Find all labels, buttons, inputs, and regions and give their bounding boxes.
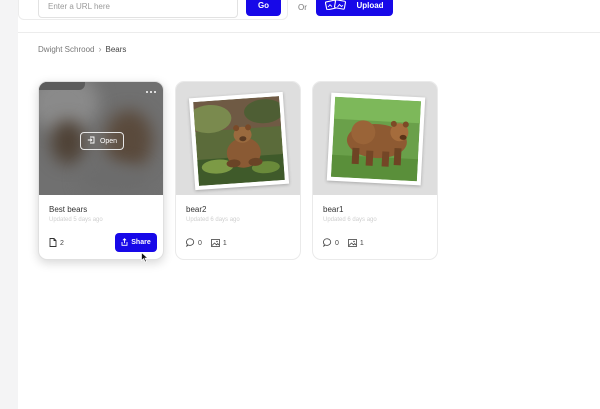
url-input[interactable] <box>38 0 238 18</box>
collection-cover-blurred: Open <box>39 82 163 195</box>
share-icon <box>121 237 128 248</box>
file-icon <box>49 238 57 249</box>
card-updated: Updated 6 days ago <box>186 217 240 223</box>
collection-card-best-bears[interactable]: Open Best bears Updated 5 days ago 2 Sha… <box>38 81 164 260</box>
thumbnail <box>313 82 437 195</box>
go-button[interactable]: Go <box>246 0 281 16</box>
cursor-pointer-icon <box>141 250 149 268</box>
open-button[interactable]: Open <box>80 132 124 150</box>
upload-label: Upload <box>356 0 384 10</box>
bear-photo <box>188 91 290 191</box>
file-count: 2 <box>60 240 64 247</box>
comment-count: 0 <box>335 240 339 247</box>
image-count: 1 <box>222 240 227 247</box>
breadcrumb-current: Bears <box>105 44 127 54</box>
more-options-icon[interactable] <box>146 91 156 93</box>
thumbnail <box>176 82 300 195</box>
or-label: Or <box>298 3 307 12</box>
image-card-bear2[interactable]: bear2 Updated 6 days ago 0 1 <box>175 81 301 260</box>
card-title: bear1 <box>323 205 344 214</box>
image-card-bear1[interactable]: bear1 Updated 6 days ago 0 1 <box>312 81 438 260</box>
card-stats: 2 <box>49 238 64 249</box>
comment-icon <box>323 238 332 249</box>
card-stats: 0 1 <box>186 238 227 249</box>
card-updated: Updated 5 days ago <box>49 217 103 223</box>
comment-icon <box>186 238 195 249</box>
comment-count: 0 <box>198 240 202 247</box>
share-button[interactable]: Share <box>115 233 157 252</box>
left-rail <box>0 0 18 409</box>
card-title: Best bears <box>49 205 88 214</box>
open-in-icon <box>87 136 95 146</box>
card-updated: Updated 6 days ago <box>323 217 377 223</box>
image-count: 1 <box>359 240 364 247</box>
open-label: Open <box>99 137 118 145</box>
upload-button[interactable]: Upload <box>316 0 393 16</box>
image-icon <box>211 238 220 249</box>
card-title: bear2 <box>186 205 207 214</box>
upload-photos-icon <box>325 0 347 12</box>
go-label: Go <box>257 0 270 10</box>
breadcrumb-parent[interactable]: Dwight Schrood <box>38 45 94 54</box>
image-icon <box>348 238 357 249</box>
share-label: Share <box>131 239 151 246</box>
breadcrumb: Dwight Schrood › Bears <box>38 44 126 54</box>
folder-tab <box>39 82 85 90</box>
card-stats: 0 1 <box>323 238 364 249</box>
header-divider <box>18 32 600 33</box>
bear-photo <box>326 92 426 186</box>
chevron-right-icon: › <box>98 44 102 54</box>
